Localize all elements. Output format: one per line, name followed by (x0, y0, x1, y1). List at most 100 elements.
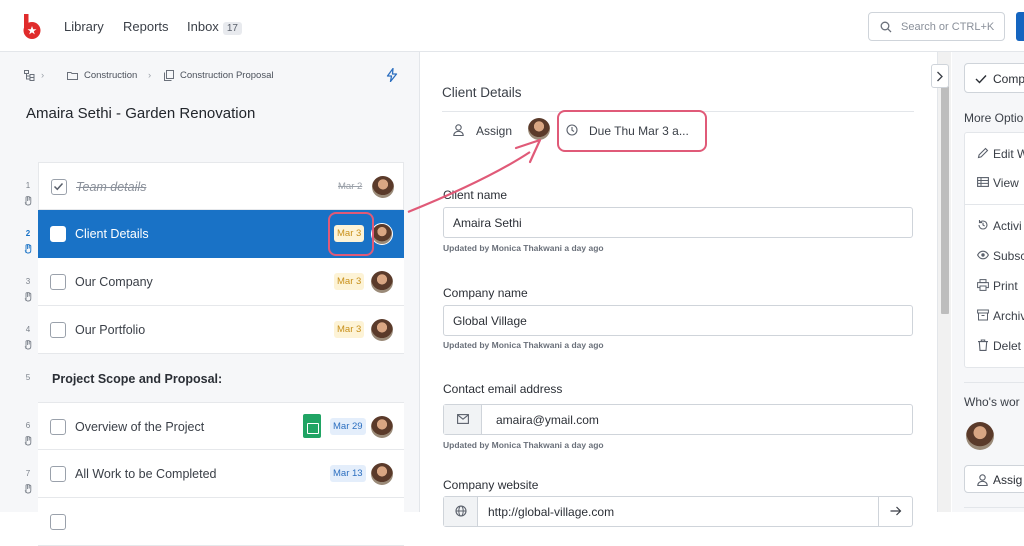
due-date: Mar 13 (330, 465, 366, 482)
section-label: Overview of the Project (75, 420, 205, 434)
note-user: Monica Thakwani (491, 440, 563, 450)
avatar[interactable] (371, 463, 393, 485)
drag-hand-icon[interactable] (23, 244, 33, 254)
checkbox[interactable] (50, 514, 66, 530)
email-input[interactable]: amaira@ymail.com (443, 404, 913, 435)
assign-label: Assig (993, 473, 1023, 487)
folder-icon (67, 72, 78, 80)
avatar[interactable] (371, 319, 393, 341)
due-date: Mar 29 (330, 418, 366, 435)
note-user: Monica Thakwani (491, 340, 563, 350)
section-row-7[interactable]: All Work to be Completed Mar 13 (38, 450, 404, 498)
section-row-1[interactable]: Team details Mar 2 (38, 162, 404, 210)
section-number: 6 (25, 421, 31, 430)
drag-hand-icon[interactable] (23, 196, 33, 206)
search-input[interactable]: Search or CTRL+K (868, 12, 1005, 41)
avatar[interactable] (372, 176, 394, 198)
drag-hand-icon[interactable] (23, 484, 33, 494)
globe-icon (455, 505, 467, 517)
section-row-3[interactable]: Our Company Mar 3 (38, 258, 404, 306)
option-print[interactable]: Print (993, 279, 1018, 293)
avatar[interactable] (371, 223, 393, 245)
assign-button[interactable]: Assign (476, 124, 512, 138)
check-icon (975, 75, 987, 84)
section-row-6[interactable]: Overview of the Project Mar 29 (38, 402, 404, 450)
scrollbar[interactable] (937, 52, 951, 512)
field-update-note: Updated by Monica Thakwani a day ago (443, 340, 604, 350)
section-row-8[interactable] (38, 498, 404, 546)
option-edit[interactable]: Edit W (993, 147, 1024, 161)
pencil-icon (977, 147, 989, 159)
checkbox-checked[interactable] (51, 179, 67, 195)
section-number: 4 (25, 325, 31, 334)
page-title: Amaira Sethi - Garden Renovation (26, 105, 256, 122)
inbox-count-badge: 17 (222, 22, 242, 35)
checkbox[interactable] (50, 274, 66, 290)
avatar[interactable] (371, 271, 393, 293)
drag-hand-icon[interactable] (23, 436, 33, 446)
logo-icon[interactable] (22, 14, 42, 40)
section-label: Team details (76, 180, 147, 194)
option-view[interactable]: View (993, 176, 1019, 190)
chevron-right-icon: › (41, 70, 45, 81)
lightning-icon[interactable] (386, 68, 398, 82)
table-icon (977, 177, 989, 187)
field-label: Client name (443, 188, 508, 202)
drag-hand-icon[interactable] (23, 340, 33, 350)
option-archive[interactable]: Archiv (993, 309, 1024, 323)
client-name-input[interactable]: Amaira Sethi (443, 207, 913, 238)
option-activity[interactable]: Activi (993, 219, 1022, 233)
nav-inbox[interactable]: Inbox 17 (187, 19, 242, 35)
scrollbar-thumb[interactable] (941, 86, 949, 314)
note-prefix: Updated by (443, 440, 492, 450)
options-list: Edit W View Activi Subsc Print Archiv De… (964, 132, 1024, 368)
section-number: 5 (25, 373, 31, 382)
avatar[interactable] (371, 416, 393, 438)
section-number: 7 (25, 469, 31, 478)
print-icon (977, 279, 989, 291)
tree-icon[interactable] (24, 70, 35, 81)
option-subscribe[interactable]: Subsc (993, 249, 1024, 263)
nav-reports[interactable]: Reports (123, 19, 169, 34)
complete-button[interactable]: Comp (964, 63, 1024, 93)
checkbox[interactable] (50, 322, 66, 338)
section-row-4[interactable]: Our Portfolio Mar 3 (38, 306, 404, 354)
section-heading-5[interactable]: Project Scope and Proposal: (38, 355, 404, 403)
note-time: a day ago (562, 340, 604, 350)
highlight-box (557, 110, 707, 152)
checkbox[interactable] (50, 419, 66, 435)
option-delete[interactable]: Delet (993, 339, 1021, 353)
note-time: a day ago (562, 440, 604, 450)
envelope-icon (457, 414, 469, 424)
assign-button[interactable]: Assig (964, 465, 1024, 493)
field-update-note: Updated by Monica Thakwani a day ago (443, 243, 604, 253)
breadcrumb-template[interactable]: Construction Proposal (180, 70, 273, 81)
company-name-input[interactable]: Global Village (443, 305, 913, 336)
note-prefix: Updated by (443, 243, 492, 253)
drag-hand-icon[interactable] (23, 292, 33, 302)
history-icon (978, 220, 988, 230)
member-avatar[interactable] (966, 422, 994, 450)
trash-icon (978, 339, 988, 351)
options-panel: Comp More Optio Edit W View Activi Subsc… (952, 52, 1024, 512)
complete-label: Comp (993, 72, 1024, 86)
user-icon (977, 474, 988, 486)
nav-library[interactable]: Library (64, 19, 104, 34)
archive-icon (977, 309, 989, 321)
document-icon (164, 70, 174, 81)
due-date: Mar 3 (334, 321, 365, 338)
nav-inbox-label: Inbox (187, 19, 219, 34)
section-title: Client Details (442, 85, 522, 100)
checkbox[interactable] (50, 226, 66, 242)
assignee-avatar[interactable] (528, 118, 550, 140)
primary-action-button[interactable] (1016, 12, 1024, 41)
whos-working-heading: Who's wor (964, 395, 1020, 409)
chevron-right-icon: › (148, 70, 152, 81)
toggle-sidebar-button[interactable] (931, 64, 949, 88)
section-number: 2 (25, 229, 31, 238)
checkbox[interactable] (50, 466, 66, 482)
arrow-right-icon (890, 506, 902, 516)
breadcrumb-folder[interactable]: Construction (84, 70, 137, 81)
search-placeholder: Search or CTRL+K (901, 21, 995, 33)
field-label: Company name (443, 286, 528, 300)
